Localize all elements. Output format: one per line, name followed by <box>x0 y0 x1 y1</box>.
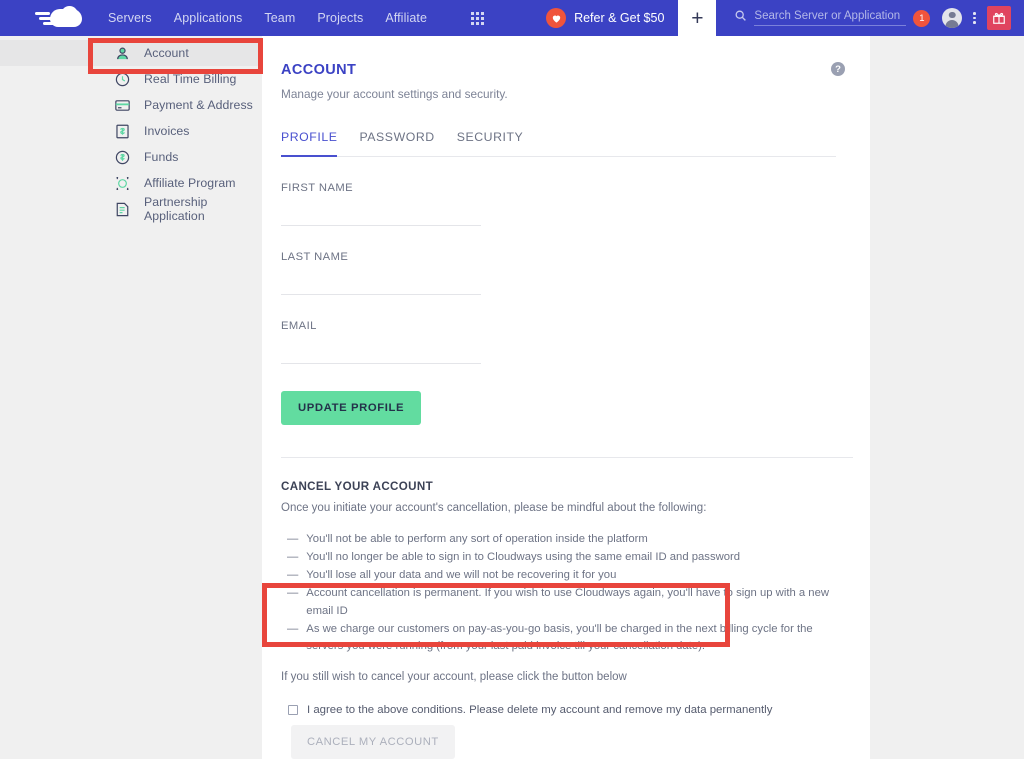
page-title: ACCOUNT <box>281 62 357 78</box>
tab-security[interactable]: SECURITY <box>457 130 524 157</box>
cancel-account-footer-text: If you still wish to cancel your account… <box>281 671 627 684</box>
email-field-group: EMAIL <box>281 320 481 364</box>
page-subtitle: Manage your account settings and securit… <box>281 87 508 101</box>
refer-label: Refer & Get $50 <box>574 11 665 25</box>
list-item-text: You'll no longer be able to sign in to C… <box>306 551 741 564</box>
tab-profile[interactable]: PROFILE <box>281 130 338 157</box>
search-container <box>734 9 907 27</box>
gift-icon[interactable] <box>987 6 1011 30</box>
page-body: Account Real Time Billing Payment & Addr… <box>0 36 1024 759</box>
first-name-label: FIRST NAME <box>281 182 354 194</box>
list-item-text: You'll lose all your data and we will no… <box>306 569 617 582</box>
cancel-conditions-list: — You'll not be able to perform any sort… <box>281 531 836 655</box>
last-name-field-group: LAST NAME <box>281 251 481 295</box>
sidebar-item-affiliate-program[interactable]: Affiliate Program <box>0 170 262 196</box>
add-new-button[interactable]: + <box>678 0 717 36</box>
top-navigation-bar: Servers Applications Team Projects Affil… <box>0 0 1024 36</box>
more-vertical-icon[interactable] <box>973 11 976 25</box>
list-item: — You'll no longer be able to sign in to… <box>287 549 836 566</box>
dash-bullet-icon: — <box>287 569 299 582</box>
sidebar-item-funds[interactable]: Funds <box>0 144 262 170</box>
cloudways-logo <box>34 6 82 29</box>
help-circle-icon[interactable]: ? <box>831 62 845 76</box>
sidebar-item-real-time-billing[interactable]: Real Time Billing <box>0 66 262 92</box>
primary-nav: Servers Applications Team Projects Affil… <box>108 11 484 25</box>
agree-conditions-label: I agree to the above conditions. Please … <box>307 704 773 717</box>
dash-bullet-icon: — <box>287 587 299 600</box>
nav-item-affiliate[interactable]: Affiliate <box>385 11 427 25</box>
user-icon <box>114 45 131 62</box>
dash-bullet-icon: — <box>287 622 299 635</box>
refer-and-get-button[interactable]: Refer & Get $50 <box>546 8 664 28</box>
sidebar-item-label: Invoices <box>144 124 190 138</box>
topbar-right-group: Refer & Get $50 + 1 <box>546 0 1024 36</box>
section-divider <box>281 457 853 458</box>
first-name-input[interactable] <box>281 207 481 226</box>
apps-grid-icon[interactable] <box>471 11 484 25</box>
first-name-field-group: FIRST NAME <box>281 182 481 226</box>
list-item-text: You'll not be able to perform any sort o… <box>306 533 648 545</box>
account-content-panel: ACCOUNT Manage your account settings and… <box>262 36 870 759</box>
sidebar: Account Real Time Billing Payment & Addr… <box>0 36 262 647</box>
invoice-icon <box>114 123 131 140</box>
partnership-icon <box>114 201 131 218</box>
agree-conditions-row: I agree to the above conditions. Please … <box>281 704 836 716</box>
affiliate-icon <box>114 175 131 192</box>
search-icon <box>734 9 747 27</box>
cancel-account-intro: Once you initiate your account's cancell… <box>281 502 707 514</box>
list-item-text: Account cancellation is permanent. If yo… <box>306 587 830 617</box>
sidebar-item-label: Funds <box>144 150 179 164</box>
email-label: EMAIL <box>281 320 317 332</box>
funds-icon <box>114 149 131 166</box>
nav-item-servers[interactable]: Servers <box>108 11 152 25</box>
account-tabs: PROFILE PASSWORD SECURITY <box>281 130 836 157</box>
nav-item-projects[interactable]: Projects <box>317 11 363 25</box>
sidebar-item-label: Real Time Billing <box>144 72 237 86</box>
sidebar-item-label: Payment & Address <box>144 98 253 112</box>
last-name-input[interactable] <box>281 276 481 295</box>
dash-bullet-icon: — <box>287 551 299 564</box>
agree-conditions-checkbox[interactable] <box>288 705 298 716</box>
sidebar-item-invoices[interactable]: Invoices <box>0 118 262 144</box>
sidebar-item-account[interactable]: Account <box>0 40 262 66</box>
sidebar-item-payment-address[interactable]: Payment & Address <box>0 92 262 118</box>
sidebar-menu: Account Real Time Billing Payment & Addr… <box>0 40 262 223</box>
email-input[interactable] <box>281 345 481 364</box>
list-item: — As we charge our customers on pay-as-y… <box>287 621 836 655</box>
heart-icon <box>546 8 567 28</box>
list-item: — You'll not be able to perform any sort… <box>287 531 836 548</box>
sidebar-item-label: Affiliate Program <box>144 176 236 190</box>
list-item: — You'll lose all your data and we will … <box>287 567 836 584</box>
clock-icon <box>114 71 131 88</box>
brand-logo[interactable] <box>34 6 82 29</box>
credit-card-icon <box>114 97 131 114</box>
list-item-text: As we charge our customers on pay-as-you… <box>306 622 813 652</box>
sidebar-item-label: Account <box>144 46 189 60</box>
search-input[interactable] <box>754 10 907 26</box>
user-avatar-icon[interactable] <box>942 8 963 28</box>
list-item: — Account cancellation is permanent. If … <box>287 585 836 619</box>
notification-count-badge[interactable]: 1 <box>913 9 931 27</box>
dash-bullet-icon: — <box>287 533 299 545</box>
sidebar-item-label: Partnership Application <box>144 195 208 223</box>
update-profile-button[interactable]: UPDATE PROFILE <box>281 391 422 425</box>
sidebar-item-partnership-application[interactable]: Partnership Application <box>0 195 262 223</box>
cancel-account-title: CANCEL YOUR ACCOUNT <box>281 480 434 493</box>
nav-item-applications[interactable]: Applications <box>174 11 243 25</box>
tab-password[interactable]: PASSWORD <box>359 130 434 157</box>
last-name-label: LAST NAME <box>281 251 349 263</box>
cancel-my-account-button[interactable]: CANCEL MY ACCOUNT <box>291 725 455 759</box>
nav-item-team[interactable]: Team <box>264 11 295 25</box>
